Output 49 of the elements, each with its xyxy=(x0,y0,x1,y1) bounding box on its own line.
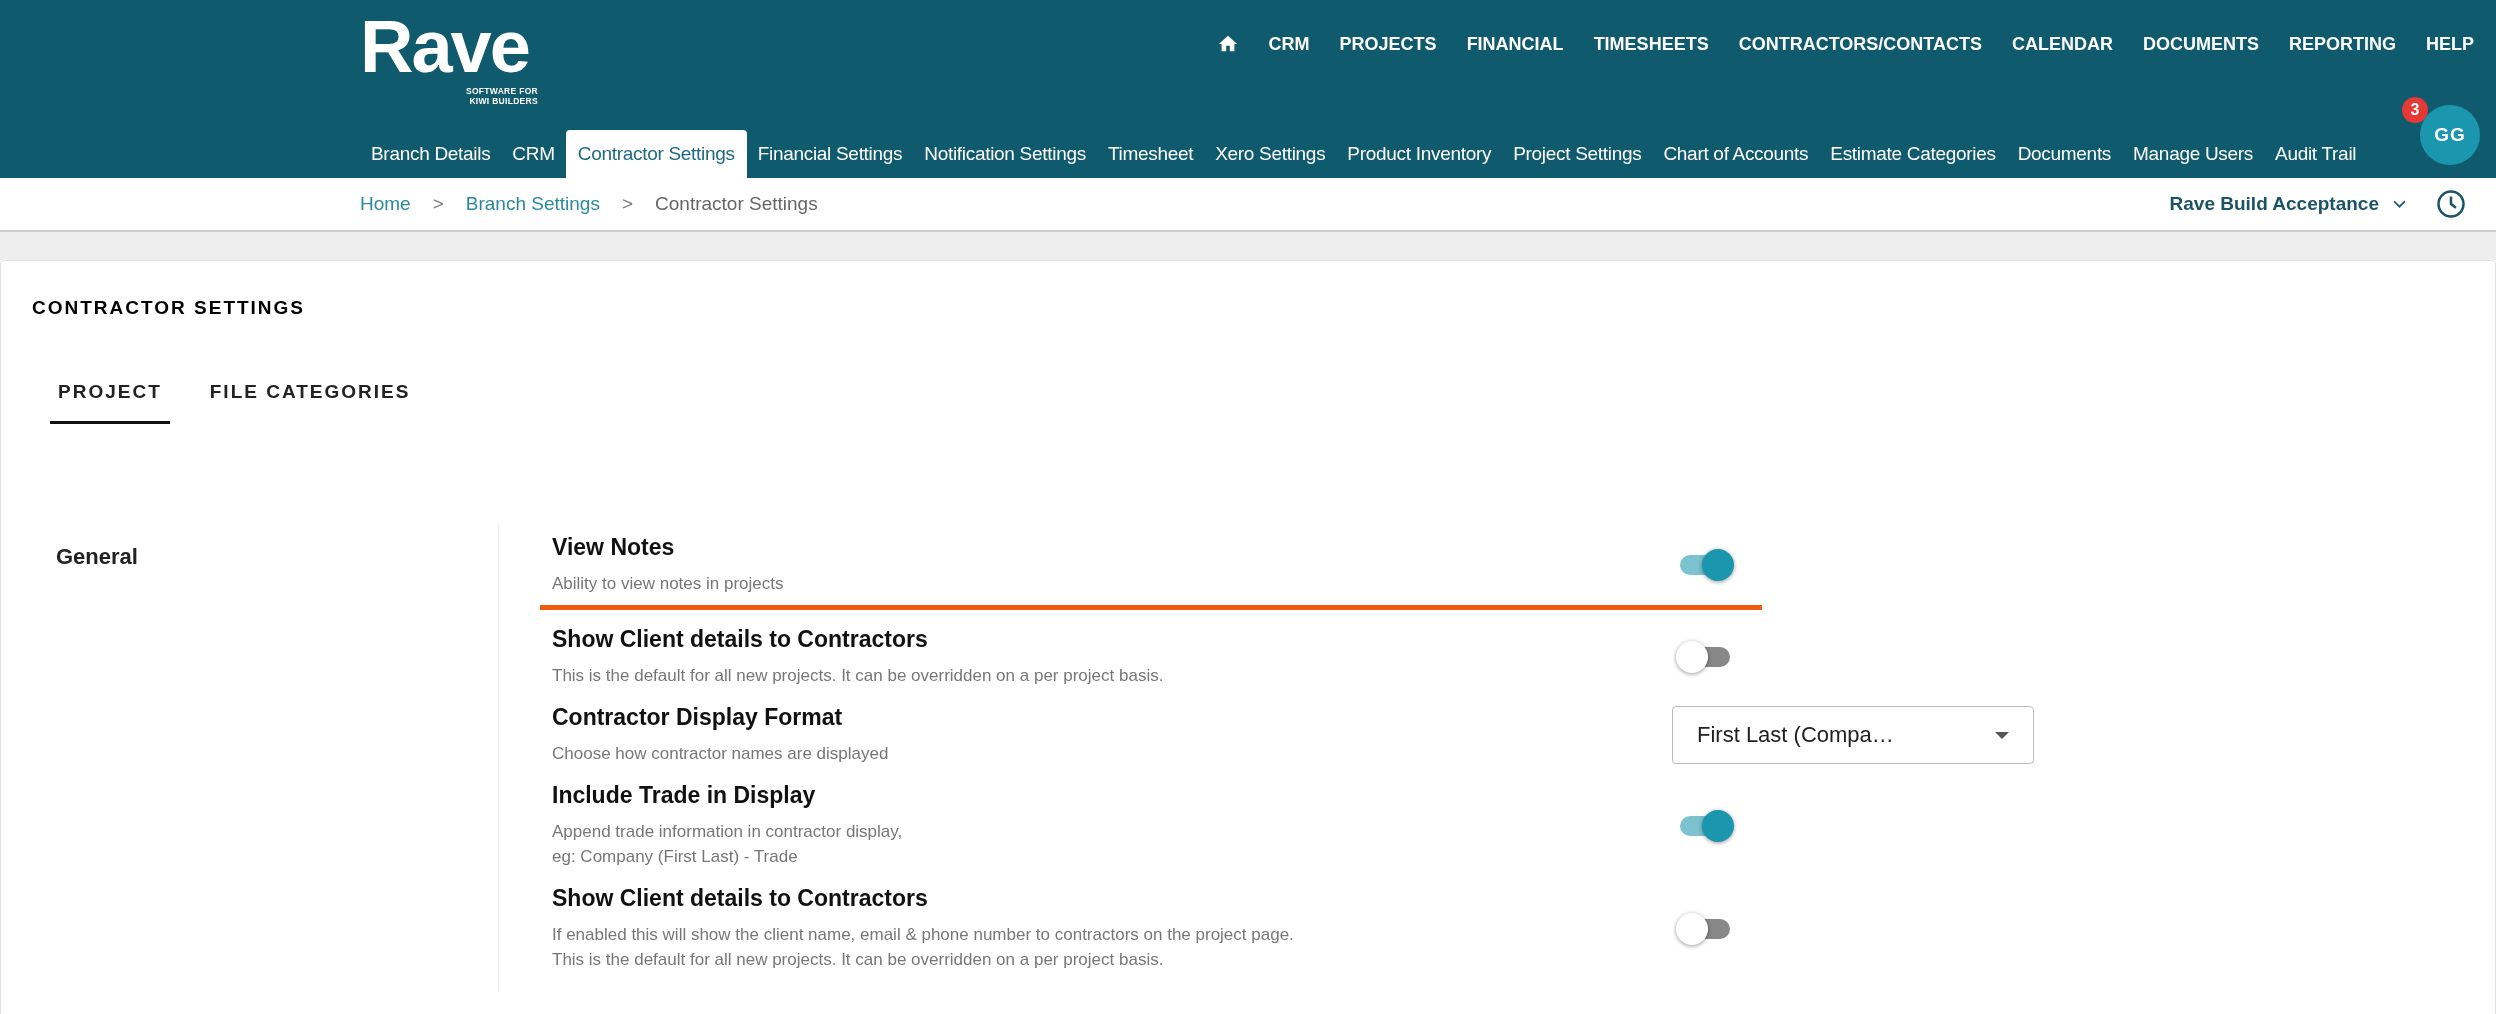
settings-tab[interactable]: Contractor Settings xyxy=(565,130,747,178)
tab[interactable]: FILE CATEGORIES xyxy=(201,367,419,424)
setting-title: Include Trade in Display xyxy=(552,782,816,809)
settings-tab[interactable]: Branch Details xyxy=(360,130,502,178)
notification-badge: 3 xyxy=(2402,97,2428,123)
setting-description: Ability to view notes in projects xyxy=(552,573,785,595)
nav-link[interactable]: CRM xyxy=(1268,33,1310,55)
nav-link[interactable]: CONTRACTORS/CONTACTS xyxy=(1738,33,1982,55)
nav-link[interactable]: DOCUMENTS xyxy=(2142,33,2259,55)
setting-description: Choose how contractor names are displayed xyxy=(552,743,890,765)
setting-description: This is the default for all new projects. It can be overridden on a per project basis. xyxy=(552,665,1165,687)
settings-tab[interactable]: Chart of Accounts xyxy=(1652,130,1820,178)
nav-link[interactable]: TIMESHEETS xyxy=(1593,33,1709,55)
settings-tab[interactable]: Xero Settings xyxy=(1204,130,1337,178)
settings-tab[interactable]: Financial Settings xyxy=(746,130,914,178)
caret-icon xyxy=(1995,731,2009,739)
clock-icon[interactable] xyxy=(2436,189,2466,219)
settings-tab[interactable]: Manage Users xyxy=(2122,130,2265,178)
dropdown[interactable]: First Last (Compa… xyxy=(1672,706,2034,764)
settings-tab[interactable]: Audit Trail xyxy=(2264,130,2368,178)
breadcrumb-current: Contractor Settings xyxy=(655,193,818,215)
logo[interactable]: Rave SOFTWARE FOR KIWI BUILDERS xyxy=(360,0,545,106)
setting-description: If enabled this will show the client name, email & phone number to contractors on the project page. This is the default for all new projects. It can be overridden on a per project basis. xyxy=(552,924,1295,971)
settings-tab[interactable]: Documents xyxy=(2006,130,2123,178)
breadcrumb-link[interactable]: Home xyxy=(360,193,411,215)
section-heading: General xyxy=(56,544,138,570)
settings-tab[interactable]: CRM xyxy=(501,130,566,178)
settings-tab[interactable]: Project Settings xyxy=(1502,130,1653,178)
setting-title: Show Client details to Contractors xyxy=(552,626,928,653)
tab[interactable]: PROJECT xyxy=(50,367,170,424)
setting-title: View Notes xyxy=(552,534,675,561)
chevron-down-icon xyxy=(2393,199,2406,209)
settings-tab[interactable]: Estimate Categories xyxy=(1819,130,2007,178)
nav-link[interactable]: FINANCIAL xyxy=(1466,33,1564,55)
setting-title: Contractor Display Format xyxy=(552,704,843,731)
breadcrumb-separator: > xyxy=(432,193,444,215)
page-title: CONTRACTOR SETTINGS xyxy=(32,297,306,319)
nav-link[interactable]: PROJECTS xyxy=(1339,33,1437,55)
nav-link[interactable]: HELP xyxy=(2426,33,2474,55)
nav-link[interactable]: CALENDAR xyxy=(2011,33,2113,55)
settings-tab[interactable]: Timesheet xyxy=(1096,130,1205,178)
settings-tab[interactable]: Product Inventory xyxy=(1336,130,1503,178)
setting-description: Append trade information in contractor display, eg: Company (First Last) - Trade xyxy=(552,821,904,868)
breadcrumb-separator: > xyxy=(621,193,634,215)
settings-tab[interactable]: Notification Settings xyxy=(913,130,1097,178)
nav-link[interactable]: REPORTING xyxy=(2288,33,2396,55)
organization-selector[interactable]: Rave Build Acceptance xyxy=(2169,193,2406,215)
setting-title: Show Client details to Contractors xyxy=(552,885,928,912)
breadcrumb-link[interactable]: Branch Settings xyxy=(465,193,600,215)
